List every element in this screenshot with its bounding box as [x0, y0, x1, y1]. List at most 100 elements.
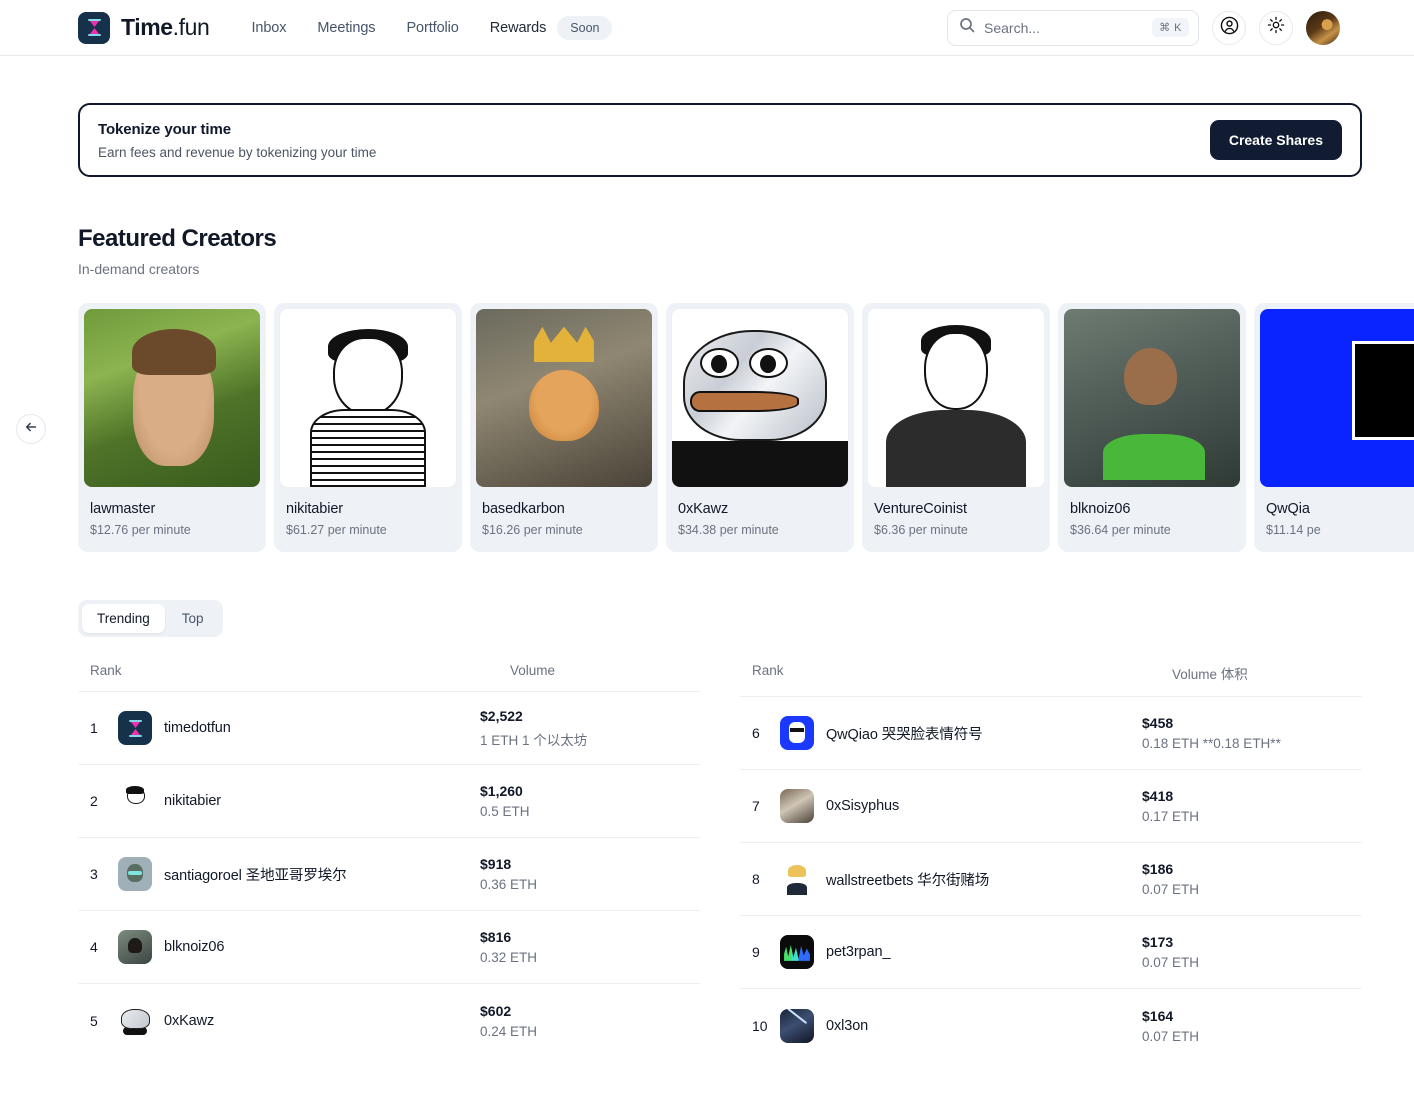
- table-header: Rank Volume 体积: [740, 663, 1362, 697]
- creator-price: $16.26 per minute: [470, 517, 658, 552]
- table-row[interactable]: 6 QwQiao 哭哭脸表情符号 $458 0.18 ETH **0.18 ET…: [740, 697, 1362, 770]
- creator-card[interactable]: QwQia $11.14 pe: [1254, 303, 1414, 552]
- creator-card[interactable]: lawmaster $12.76 per minute: [78, 303, 266, 552]
- avatar[interactable]: [1306, 11, 1340, 45]
- row-volume: $816: [480, 929, 700, 945]
- row-avatar: [780, 716, 814, 750]
- nav-item-meetings[interactable]: Meetings: [317, 20, 375, 36]
- row-creator-name: 0xl3on: [826, 1018, 868, 1034]
- row-rank: 10: [752, 1018, 780, 1034]
- nav-item-portfolio[interactable]: Portfolio: [406, 20, 458, 36]
- creator-price: $12.76 per minute: [78, 517, 266, 552]
- table-row[interactable]: 5 0xKawz $602 0.24 ETH: [78, 984, 700, 1057]
- row-values: $2,522 1 ETH 1 个以太坊: [480, 708, 700, 749]
- brand-suffix: .fun: [173, 14, 210, 40]
- row-rank: 6: [752, 725, 780, 741]
- row-creator-name: nikitabier: [164, 793, 221, 809]
- creator-card[interactable]: 0xKawz $34.38 per minute: [666, 303, 854, 552]
- creator-name: 0xKawz: [666, 487, 854, 517]
- main-nav: Inbox Meetings Portfolio Rewards Soon: [251, 16, 612, 40]
- row-volume-eth: 0.5 ETH: [480, 804, 700, 819]
- profile-button[interactable]: [1212, 11, 1246, 45]
- creator-name: QwQia: [1254, 487, 1414, 517]
- page-title: Featured Creators: [78, 225, 1362, 253]
- user-circle-icon: [1220, 16, 1239, 40]
- creator-avatar-image: [672, 309, 848, 487]
- table-header: Rank Volume: [78, 663, 700, 692]
- creator-art: [1260, 309, 1414, 487]
- create-shares-button[interactable]: Create Shares: [1210, 120, 1342, 160]
- row-values: $418 0.17 ETH: [1142, 788, 1362, 824]
- row-rank: 1: [90, 720, 118, 736]
- row-volume-eth: 0.18 ETH **0.18 ETH**: [1142, 736, 1362, 751]
- table-row[interactable]: 10 0xl3on $164 0.07 ETH: [740, 989, 1362, 1062]
- row-avatar: [780, 935, 814, 969]
- row-avatar: [780, 1009, 814, 1043]
- nav-item-rewards[interactable]: Rewards: [490, 20, 547, 36]
- creator-card[interactable]: basedkarbon $16.26 per minute: [470, 303, 658, 552]
- creator-card[interactable]: blknoiz06 $36.64 per minute: [1058, 303, 1246, 552]
- table-row[interactable]: 1 timedotfun $2,522 1 ETH 1 个以太坊: [78, 692, 700, 765]
- table-row[interactable]: 4 blknoiz06 $816 0.32 ETH: [78, 911, 700, 984]
- table-row[interactable]: 2 nikitabier $1,260 0.5 ETH: [78, 765, 700, 838]
- row-values: $1,260 0.5 ETH: [480, 783, 700, 819]
- creator-price: $34.38 per minute: [666, 517, 854, 552]
- row-rank: 4: [90, 939, 118, 955]
- creator-card-list: lawmaster $12.76 per minute nikitabier $…: [78, 303, 1414, 552]
- search-placeholder: Search...: [984, 20, 1143, 36]
- carousel-prev-button[interactable]: [16, 414, 46, 444]
- row-avatar: [118, 1004, 152, 1038]
- brand-logo[interactable]: Time.fun: [78, 12, 209, 44]
- col-header-rank: Rank: [752, 663, 1172, 683]
- brand-main: Time: [121, 14, 173, 40]
- col-header-volume: Volume 体积: [1172, 663, 1248, 683]
- row-volume-eth: 0.32 ETH: [480, 950, 700, 965]
- table-row[interactable]: 7 0xSisyphus $418 0.17 ETH: [740, 770, 1362, 843]
- creator-name: VentureCoinist: [862, 487, 1050, 517]
- nav-item-inbox[interactable]: Inbox: [251, 20, 286, 36]
- table-row[interactable]: 3 santiagoroel 圣地亚哥罗埃尔 $918 0.36 ETH: [78, 838, 700, 911]
- creator-card[interactable]: VentureCoinist $6.36 per minute: [862, 303, 1050, 552]
- row-volume-eth: 0.36 ETH: [480, 877, 700, 892]
- tab-top[interactable]: Top: [167, 604, 219, 633]
- row-avatar: [118, 711, 152, 745]
- table-row[interactable]: 8 wallstreetbets 华尔街赌场 $186 0.07 ETH: [740, 843, 1362, 916]
- creator-card[interactable]: nikitabier $61.27 per minute: [274, 303, 462, 552]
- banner-title: Tokenize your time: [98, 121, 376, 138]
- tokenize-banner: Tokenize your time Earn fees and revenue…: [78, 103, 1362, 177]
- row-volume: $173: [1142, 934, 1362, 950]
- row-volume: $602: [480, 1003, 700, 1019]
- row-volume-eth: 0.17 ETH: [1142, 809, 1362, 824]
- leaderboard-tabs: Trending Top: [78, 600, 223, 637]
- featured-carousel: lawmaster $12.76 per minute nikitabier $…: [78, 303, 1362, 552]
- row-values: $173 0.07 ETH: [1142, 934, 1362, 970]
- row-avatar: [780, 789, 814, 823]
- row-rank: 3: [90, 866, 118, 882]
- creator-name: blknoiz06: [1058, 487, 1246, 517]
- creator-art: [672, 309, 848, 487]
- search-icon: [959, 17, 975, 38]
- creator-avatar-image: [476, 309, 652, 487]
- row-avatar: [780, 862, 814, 896]
- page-body: Tokenize your time Earn fees and revenue…: [0, 103, 1414, 1062]
- gear-icon: [1267, 16, 1285, 39]
- creator-avatar-image: [868, 309, 1044, 487]
- banner-text: Tokenize your time Earn fees and revenue…: [98, 121, 376, 160]
- leaderboard-left: Rank Volume 1 timedotfun: [78, 663, 700, 1062]
- row-rank: 7: [752, 798, 780, 814]
- row-volume: $418: [1142, 788, 1362, 804]
- row-rank: 9: [752, 944, 780, 960]
- row-rank: 2: [90, 793, 118, 809]
- nav-item-rewards-group: Rewards Soon: [490, 16, 613, 40]
- search-input[interactable]: Search... ⌘ K: [947, 10, 1199, 46]
- creator-art: [280, 309, 456, 487]
- tab-trending[interactable]: Trending: [82, 604, 165, 633]
- row-creator-name: pet3rpan_: [826, 944, 890, 960]
- settings-button[interactable]: [1259, 11, 1293, 45]
- creator-price: $61.27 per minute: [274, 517, 462, 552]
- creator-price: $36.64 per minute: [1058, 517, 1246, 552]
- row-rank: 8: [752, 871, 780, 887]
- row-creator-name: QwQiao 哭哭脸表情符号: [826, 723, 983, 744]
- table-row[interactable]: 9 pet3rpan_ $173 0.07 ETH: [740, 916, 1362, 989]
- row-volume-eth: 0.24 ETH: [480, 1024, 700, 1039]
